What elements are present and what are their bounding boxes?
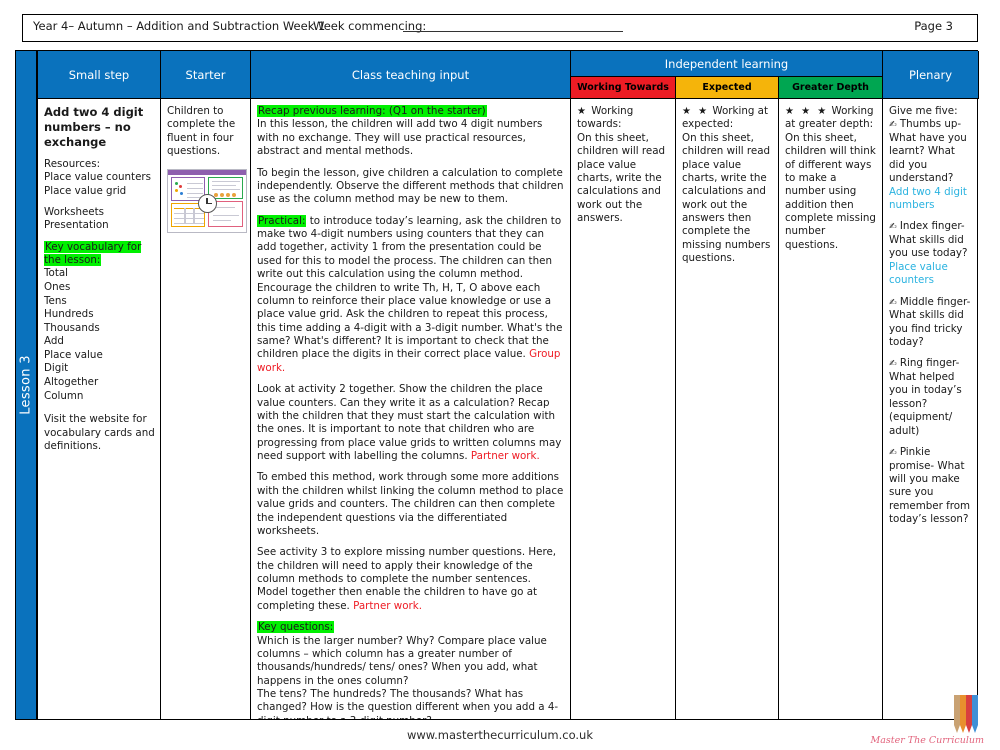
vocabulary-item: Ones [44,281,71,294]
lesson-plan-table: Small step Starter Class teaching input … [37,50,979,720]
vocabulary-item: Altogether [44,376,99,389]
cell-starter: Children to complete the fluent in four … [161,99,251,719]
vocabulary-item: Total [44,267,69,280]
material-item: Presentation [44,219,109,232]
column-header-class-teaching-input: Class teaching input [251,51,571,99]
footer-website-url[interactable]: www.masterthecurriculum.co.uk [0,728,1000,742]
plenary-intro: Give me five: [889,105,958,117]
material-item: Worksheets [44,205,105,218]
lesson-plan-page: Year 4– Autumn – Addition and Subtractio… [0,0,1000,750]
page-number: Page 3 [914,19,953,33]
column-header-small-step: Small step [38,51,161,99]
plenary-answer: Add two 4 digit numbers [889,185,967,211]
para-embed-method: To embed this method, work through some … [257,471,564,537]
hand-icon: ✍ [889,222,897,233]
vocabulary-item: Digit [44,362,69,375]
para-begin-lesson: To begin the lesson, give children a cal… [257,166,564,206]
practical-body: to introduce today’s learning, ask the c… [257,214,563,361]
partner-work-tag: Partner work. [353,599,422,612]
expected-body: On this sheet, children will read place … [682,131,771,265]
partner-work-tag: Partner work. [470,450,540,462]
star-rating-icon: ★ [577,106,588,117]
plenary-prompt: Pinkie promise- What will you make sure … [889,445,971,526]
lesson-spine-label: Lesson 3 [18,355,34,415]
vocabulary-item: Place value [44,348,103,361]
key-vocabulary-list: Total Ones Tens Hundreds Thousands Add P… [44,267,155,403]
vocabulary-item: Column [44,389,84,402]
cell-working-towards: ★ Working towards: On this sheet, childr… [571,99,676,719]
hand-icon: ✍ [889,359,897,370]
lesson-spine: Lesson 3 [15,50,37,720]
hand-icon: ✍ [889,447,897,458]
document-header-bar: Year 4– Autumn – Addition and Subtractio… [22,14,978,42]
greater-depth-body: On this sheet, children will think of di… [785,131,876,251]
subheader-expected: Expected [676,77,779,99]
subheader-working-towards: Working Towards [571,77,676,99]
page-title: Year 4– Autumn – Addition and Subtractio… [33,19,326,33]
hand-icon: ✍ [889,120,897,131]
fluent-in-four-worksheet-thumbnail[interactable] [167,168,247,233]
column-header-starter: Starter [161,51,251,99]
master-the-curriculum-logo: Master The Curriculum [871,695,990,746]
key-questions-body: Which is the larger number? Why? Compare… [257,634,559,720]
vocabulary-item: Add [44,335,64,348]
resource-item: Place value counters [44,171,152,184]
recap-heading: Recap previous learning: (Q1 on the star… [257,105,487,117]
column-header-independent-learning: Independent learning [571,51,883,77]
plenary-answer: Place value counters [889,260,948,287]
starter-text: Children to complete the fluent in four … [167,105,236,158]
vocabulary-item: Hundreds [44,308,94,321]
key-vocabulary-heading: Key vocabulary for the lesson: [44,240,142,267]
column-header-plenary: Plenary [883,51,979,99]
subheader-greater-depth: Greater Depth [779,77,883,99]
recap-body: In this lesson, the children will add tw… [257,118,543,158]
plenary-prompt: Thumbs up- What have you learnt? What di… [889,118,967,185]
working-towards-body: On this sheet, children will read place … [577,131,666,224]
pencil-fan-logo-icon [954,695,978,733]
thumbnail-title-bar [168,169,246,175]
plenary-prompt: Index finger- What skills did you use to… [889,220,968,260]
practical-heading: Practical: [257,214,307,227]
website-note: Visit the website for vocabulary cards a… [44,413,155,452]
cell-expected: ★ ★ Working at expected: On this sheet, … [676,99,779,719]
resources-label: Resources: [44,157,101,170]
cell-class-teaching-input: Recap previous learning: (Q1 on the star… [251,99,571,719]
plenary-prompt: Middle finger- What skills did you find … [889,295,971,348]
key-questions-heading: Key questions: [257,621,335,634]
hand-icon: ✍ [889,297,897,308]
resource-item: Place value grid [44,184,127,197]
clock-icon [198,193,217,213]
week-commencing-blank-line[interactable] [403,31,623,32]
small-step-title: Add two 4 digit numbers – no exchange [44,105,144,149]
cell-plenary: Give me five: ✍ Thumbs up- What have you… [883,99,979,719]
star-rating-icon: ★ ★ ★ [785,106,829,117]
vocabulary-item: Tens [44,294,67,307]
cell-greater-depth: ★ ★ ★ Working at greater depth: On this … [779,99,883,719]
vocabulary-item: Thousands [44,321,100,334]
cell-small-step: Add two 4 digit numbers – no exchange Re… [38,99,161,719]
star-rating-icon: ★ ★ [682,106,710,117]
plenary-prompt: Ring finger- What helped you in today’s … [889,357,962,437]
logo-wordmark: Master The Curriculum [870,735,984,746]
